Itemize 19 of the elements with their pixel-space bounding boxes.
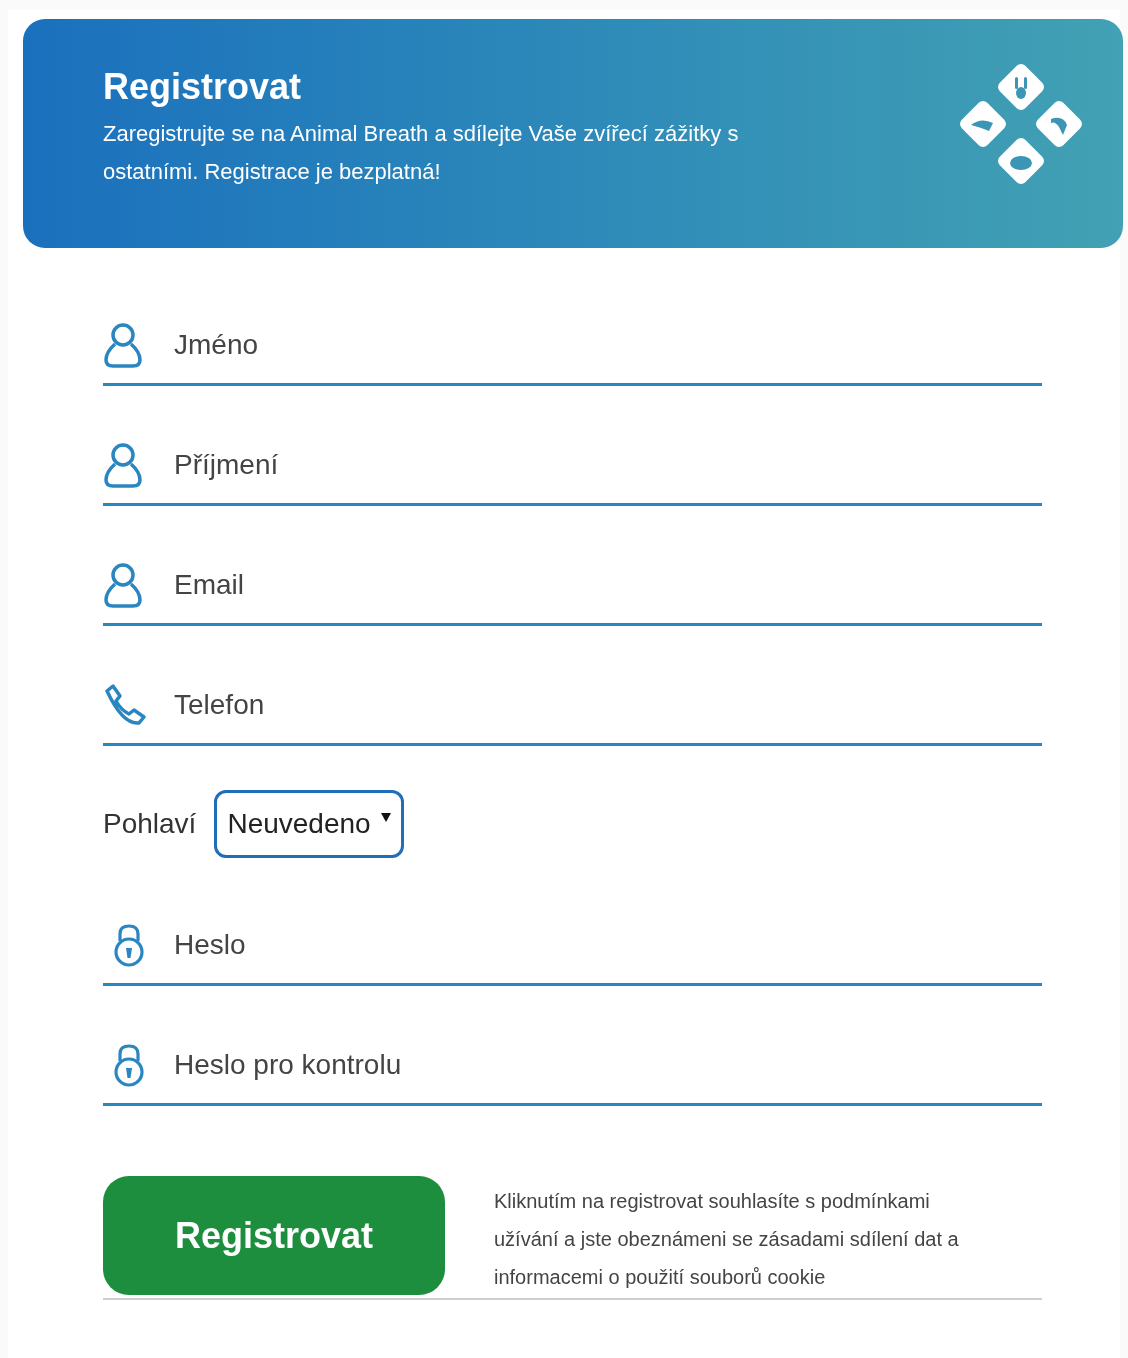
header-subtitle: Zaregistrujte se na Animal Breath a sdílejte Vaše zvířecí zážitky s ostatními. Registrace je bezplatná! bbox=[103, 120, 740, 186]
input-field[interactable]: Příjmení bbox=[174, 439, 1042, 490]
header-title: Registrovat bbox=[103, 65, 303, 109]
person-icon bbox=[103, 441, 143, 488]
input-field[interactable]: Email bbox=[174, 559, 1042, 610]
phone-icon bbox=[103, 682, 147, 727]
consent-text: Kliknutím na registrovat souhlasíte s podmínkami užívání a jste obeznámeni se zásadami sdílení dat a informacemi o použití souborů cookie bbox=[494, 1189, 960, 1290]
input-field[interactable]: Heslo pro kontrolu bbox=[174, 1039, 1042, 1090]
lock-icon bbox=[111, 1042, 147, 1087]
person-icon bbox=[103, 561, 143, 608]
gender-label: Pohlaví bbox=[103, 807, 197, 841]
gender-select[interactable]: Neuvedeno bbox=[214, 790, 404, 858]
lock-icon bbox=[111, 922, 147, 967]
register-button[interactable]: Registrovat bbox=[103, 1176, 445, 1295]
input-field[interactable]: Jméno bbox=[174, 319, 1042, 370]
input-field[interactable]: Telefon bbox=[174, 679, 1042, 730]
caret-icon bbox=[380, 812, 391, 822]
person-icon bbox=[103, 321, 143, 368]
input-field[interactable]: Heslo bbox=[174, 919, 1042, 970]
